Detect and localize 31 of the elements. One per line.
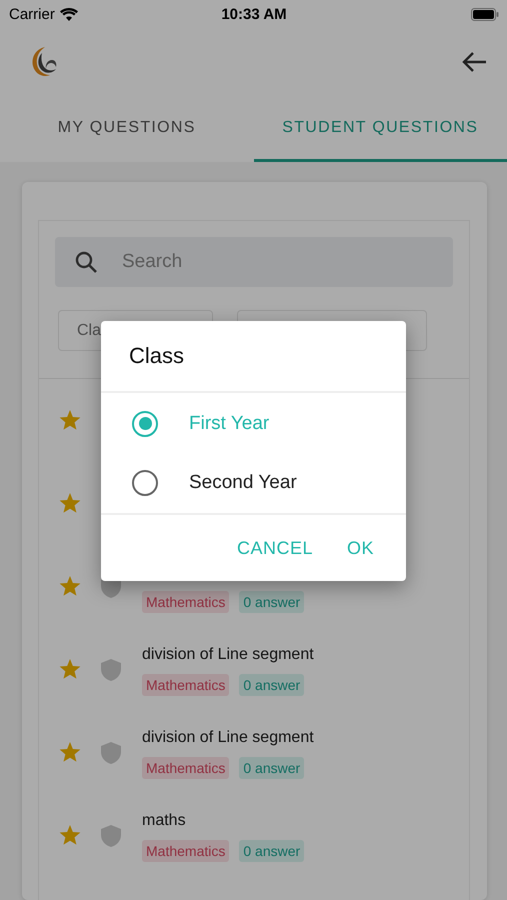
question-title: maths <box>142 812 187 830</box>
dialog-button[interactable]: CANCEL <box>236 538 313 558</box>
subject-tag: Mathematics <box>142 674 230 696</box>
search-field[interactable]: Search <box>55 237 453 287</box>
question-title: division of Line segment <box>142 646 314 664</box>
subject-tag: Mathematics <box>142 756 230 778</box>
battery-icon <box>471 8 499 20</box>
dialog-title: Class <box>129 343 184 369</box>
answer-count-tag: 0 answer <box>239 590 304 612</box>
answer-count-tag: 0 answer <box>239 756 304 778</box>
subject-tag: Mathematics <box>142 590 230 612</box>
star-icon[interactable] <box>59 659 81 680</box>
radio-button[interactable] <box>132 470 158 496</box>
carrier-label: Carrier <box>9 6 55 22</box>
answer-count-tag: 0 answer <box>239 674 304 696</box>
star-icon[interactable] <box>59 742 81 763</box>
back-button[interactable] <box>461 50 487 72</box>
search-icon <box>75 251 97 273</box>
star-icon[interactable] <box>59 576 81 597</box>
subject-tag: Mathematics <box>142 840 230 862</box>
wifi-icon <box>60 8 78 20</box>
dialog-button[interactable]: OK <box>346 538 374 558</box>
option-label[interactable]: First Year <box>189 412 270 434</box>
radio-button[interactable] <box>132 410 158 436</box>
question-title: division of Line segment <box>142 728 314 746</box>
status-time: 10:33 AM <box>221 6 287 22</box>
star-icon[interactable] <box>59 410 81 431</box>
star-icon[interactable] <box>59 493 81 514</box>
answer-count-tag: 0 answer <box>239 840 304 862</box>
option-label[interactable]: Second Year <box>189 472 297 494</box>
star-icon[interactable] <box>59 825 81 846</box>
